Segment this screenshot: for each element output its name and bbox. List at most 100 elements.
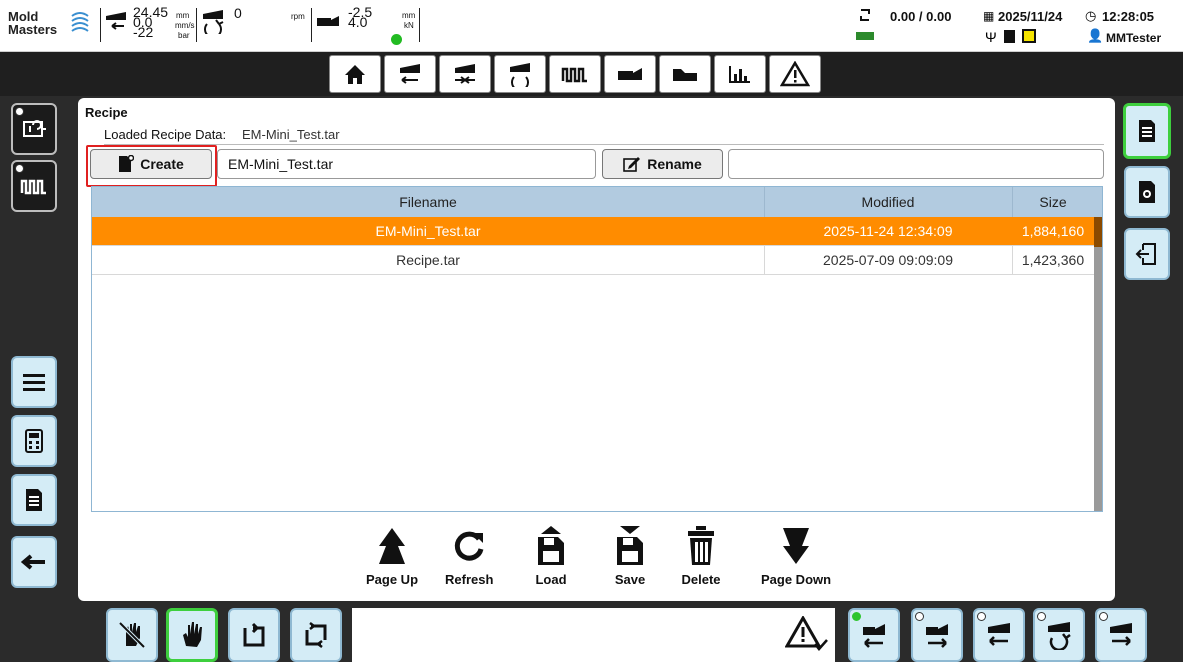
filename-input[interactable]: EM-Mini_Test.tar: [217, 149, 596, 179]
page-down-label: Page Down: [761, 572, 832, 587]
separator: [311, 8, 312, 42]
hold-button[interactable]: [439, 55, 491, 93]
home-button[interactable]: [329, 55, 381, 93]
alarm-button[interactable]: [769, 55, 821, 93]
screw-button[interactable]: [494, 55, 546, 93]
auto-cycle-icon: [305, 622, 327, 648]
page-up-icon: [379, 528, 405, 564]
injection-button[interactable]: [384, 55, 436, 93]
carriage-forward-button[interactable]: [911, 608, 963, 662]
injection-back-button[interactable]: [973, 608, 1025, 662]
carriage-icon: [317, 16, 339, 26]
edit-icon: [623, 157, 641, 172]
recipe-table: Filename Modified Size EM-Mini_Test.tar …: [91, 186, 1103, 512]
status-indicator: [391, 34, 402, 45]
chart-button[interactable]: [714, 55, 766, 93]
page-down-icon: [783, 528, 810, 564]
carriage-forward-icon: [926, 624, 948, 648]
delete-icon: [688, 526, 714, 565]
header-filename[interactable]: Filename: [92, 187, 764, 217]
status-dot: [1099, 612, 1108, 621]
unit-mm: mm: [402, 11, 416, 20]
recipe-settings-button[interactable]: [1124, 166, 1170, 218]
injection-icon: [400, 64, 420, 84]
semi-auto-button[interactable]: [228, 608, 280, 662]
separator: [419, 8, 420, 42]
scrollbar[interactable]: [1094, 217, 1102, 511]
heater-button[interactable]: [549, 55, 601, 93]
calculator-icon: [25, 429, 43, 453]
recipe-button[interactable]: [1123, 103, 1171, 159]
separator: [100, 8, 101, 42]
table-row[interactable]: Recipe.tar 2025-07-09 09:09:09 1,423,360: [92, 246, 1094, 275]
refresh-button[interactable]: Refresh: [445, 523, 493, 593]
auto-cycle-button[interactable]: [290, 608, 342, 662]
logo-text-bottom: Masters: [8, 22, 58, 37]
create-button[interactable]: Create: [90, 149, 212, 179]
delete-label: Delete: [681, 572, 721, 587]
injection-forward-button[interactable]: [1095, 608, 1147, 662]
header-size[interactable]: Size: [1012, 187, 1094, 217]
document-button[interactable]: [11, 474, 57, 526]
carriage-icon: [618, 68, 642, 80]
heater-icon: [561, 67, 587, 83]
menu-button[interactable]: [11, 356, 57, 408]
message-area: [352, 608, 835, 662]
hand-off-button[interactable]: [106, 608, 158, 662]
save-label: Save: [614, 572, 646, 587]
load-icon: [538, 526, 564, 565]
motor-button[interactable]: [11, 103, 57, 155]
carriage-force: 4.0: [348, 14, 368, 30]
rename-button[interactable]: Rename: [602, 149, 723, 179]
status-dot: [15, 164, 24, 173]
loaded-recipe-value: EM-Mini_Test.tar: [242, 127, 340, 142]
back-button[interactable]: [11, 536, 57, 588]
page-up-button[interactable]: Page Up: [366, 523, 418, 593]
refresh-label: Refresh: [445, 572, 494, 587]
page-down-button[interactable]: Page Down: [761, 523, 831, 593]
load-button[interactable]: Load: [531, 523, 571, 593]
load-label: Load: [535, 572, 567, 587]
row-modified: 2025-07-09 09:09:09: [823, 252, 953, 268]
screw-rotate-button[interactable]: [1033, 608, 1085, 662]
status-dot: [15, 107, 24, 116]
table-header: Filename Modified Size: [92, 187, 1102, 217]
user-icon: 👤: [1087, 28, 1104, 43]
status-dot: [977, 612, 986, 621]
rename-label: Rename: [647, 156, 702, 172]
rename-input[interactable]: [728, 149, 1104, 179]
manual-mode-button[interactable]: [166, 608, 218, 662]
export-button[interactable]: [1124, 228, 1170, 280]
row-modified: 2025-11-24 12:34:09: [823, 223, 953, 239]
create-label: Create: [140, 156, 184, 172]
injection-forward-icon: [1110, 623, 1132, 646]
save-icon: [617, 526, 643, 565]
hand-off-icon: [118, 621, 146, 649]
delete-button[interactable]: Delete: [681, 523, 721, 593]
header-modified[interactable]: Modified: [764, 187, 1012, 217]
usb-icon: Ψ: [985, 29, 997, 45]
injection-back-icon: [988, 623, 1010, 646]
carriage-back-button[interactable]: [848, 608, 900, 662]
profile-button[interactable]: [659, 55, 711, 93]
unit-mm: mm: [176, 11, 190, 20]
status-dot: [915, 612, 924, 621]
loaded-recipe-label: Loaded Recipe Data:: [104, 127, 227, 142]
hold-icon: [455, 64, 475, 84]
divider: [104, 144, 1104, 145]
heater-side-button[interactable]: [11, 160, 57, 212]
save-button[interactable]: Save: [610, 523, 650, 593]
menu-icon: [23, 374, 45, 391]
unit-kn: kN: [404, 21, 414, 30]
row-filename: Recipe.tar: [396, 252, 460, 268]
heater-icon: [20, 179, 46, 195]
alarm-acknowledge-icon: [785, 616, 828, 651]
separator: [196, 8, 197, 42]
page-up-label: Page Up: [366, 572, 419, 587]
recipe-settings-icon: [1139, 181, 1155, 203]
date-display: 2025/11/24: [998, 9, 1063, 24]
calculator-button[interactable]: [11, 415, 57, 467]
carriage-button[interactable]: [604, 55, 656, 93]
scrollbar-thumb[interactable]: [1094, 217, 1102, 247]
table-row[interactable]: EM-Mini_Test.tar 2025-11-24 12:34:09 1,8…: [92, 217, 1094, 246]
